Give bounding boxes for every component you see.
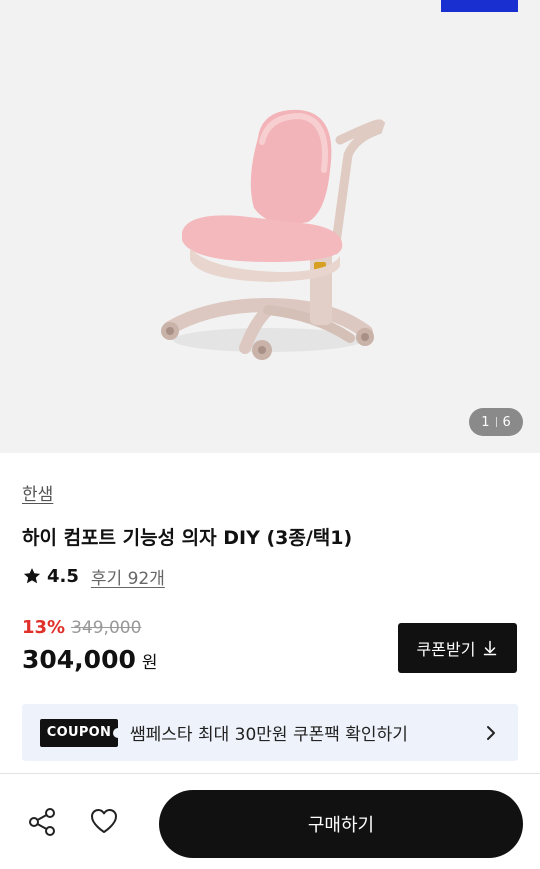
original-price: 349,000	[71, 617, 142, 638]
image-pager: 1 6	[469, 408, 523, 436]
discount-rate: 13%	[22, 617, 66, 638]
buy-button[interactable]: 구매하기	[159, 790, 523, 858]
rating-row: 4.5 후기 92개	[22, 563, 165, 589]
chevron-right-icon	[487, 725, 495, 740]
coupon-tag: COUPON	[40, 718, 123, 747]
currency-unit: 원	[141, 653, 158, 673]
sale-price-amount: 304,000	[22, 645, 136, 674]
pager-total: 6	[502, 414, 511, 430]
get-coupon-button[interactable]: 쿠폰받기	[398, 623, 517, 673]
pager-separator	[495, 417, 497, 427]
price-original-row: 13% 349,000	[22, 617, 141, 638]
reviews-link[interactable]: 후기 92개	[91, 564, 165, 589]
product-chair-image	[161, 109, 386, 360]
download-icon	[484, 640, 497, 656]
bottom-bar-divider	[0, 773, 540, 774]
brand-link[interactable]: 한샘	[22, 480, 53, 505]
pager-current: 1	[481, 414, 490, 430]
rating-value: 4.5	[47, 565, 79, 587]
sale-price: 304,000 원	[22, 645, 158, 674]
coupon-banner[interactable]: COUPON 쌤페스타 최대 30만원 쿠폰팩 확인하기	[22, 704, 518, 761]
star-icon	[23, 568, 41, 584]
coupon-banner-text: 쌤페스타 최대 30만원 쿠폰팩 확인하기	[130, 725, 408, 745]
product-image-carousel[interactable]: 1 6	[0, 0, 540, 453]
share-icon[interactable]	[27, 807, 57, 837]
top-blue-tab	[441, 0, 518, 12]
get-coupon-label: 쿠폰받기	[416, 640, 476, 659]
product-title: 하이 컴포트 기능성 의자 DIY (3종/택1)	[22, 527, 353, 549]
heart-icon[interactable]	[88, 805, 120, 837]
